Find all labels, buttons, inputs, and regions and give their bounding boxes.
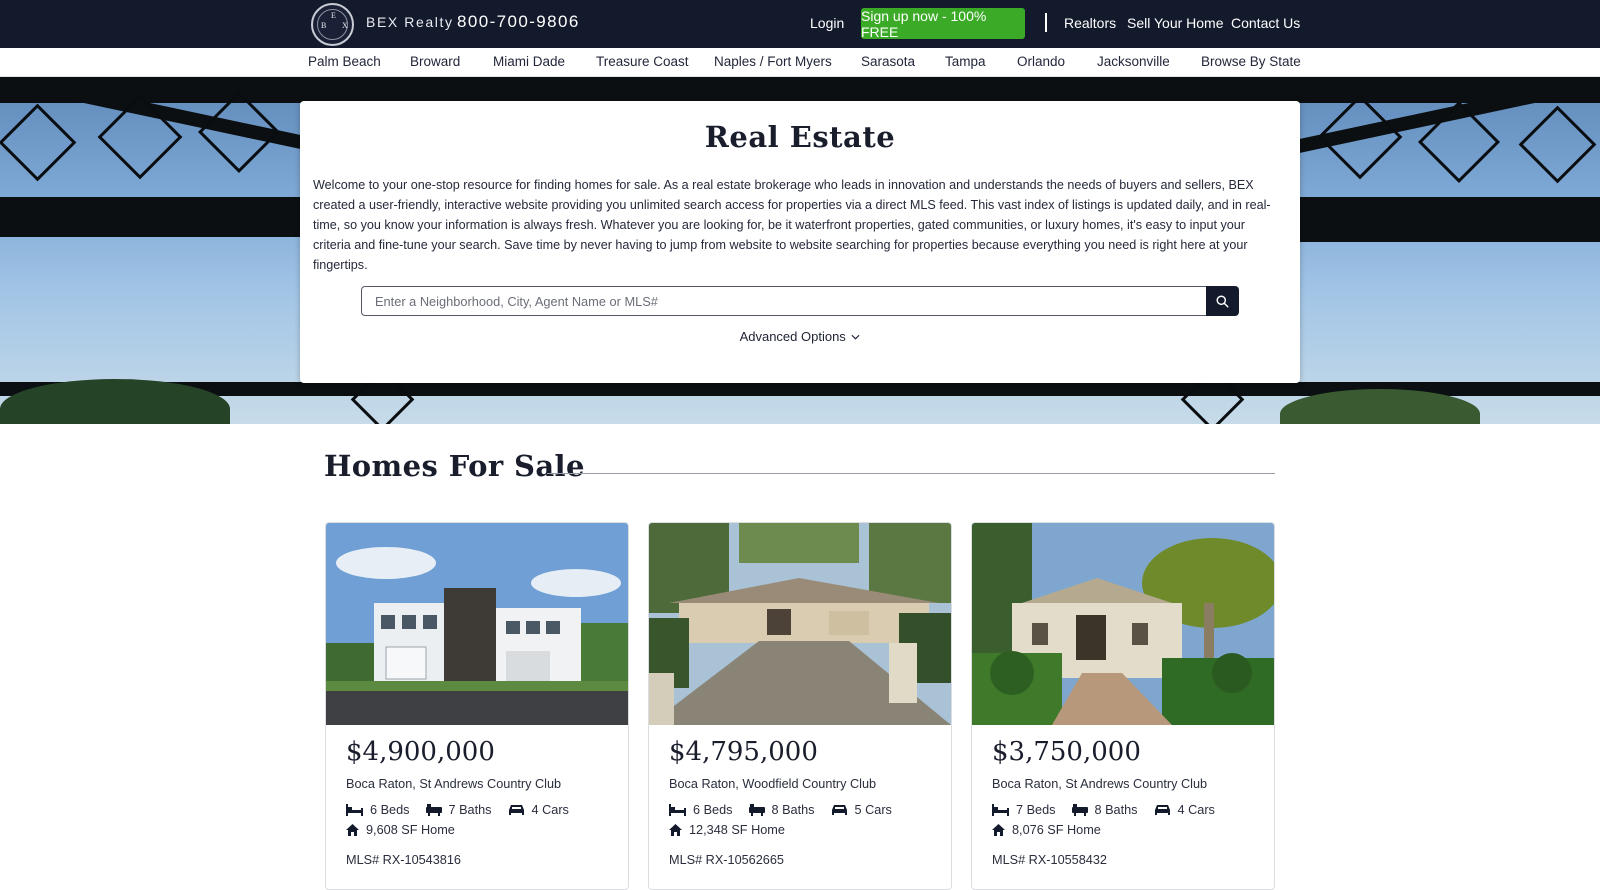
intro-paragraph: Welcome to your one-stop resource for fi… [313,178,1271,272]
nav-treasure-coast[interactable]: Treasure Coast [596,54,689,69]
listing-mls: MLS# RX-10543816 [346,853,461,867]
bed-icon [669,804,686,816]
listing-location: Boca Raton, St Andrews Country Club [346,777,562,791]
listing-sqft: 12,348 SF Home [669,823,785,837]
section-title: Homes For Sale [324,449,585,483]
home-icon [992,824,1005,836]
car-icon [1154,804,1171,816]
phone-number[interactable]: 800-700-9806 [457,12,580,32]
listing-price: $3,750,000 [992,737,1141,767]
nav-jacksonville[interactable]: Jacksonville [1097,54,1170,69]
car-icon [831,804,848,816]
search-button[interactable] [1206,286,1239,316]
listing-photo[interactable] [326,523,628,725]
listing-price: $4,900,000 [346,737,495,767]
contact-us-link[interactable]: Contact Us [1231,15,1300,31]
listing-sqft: 9,608 SF Home [346,823,455,837]
sell-your-home-link[interactable]: Sell Your Home [1127,15,1224,31]
location-nav: Palm Beach Broward Miami Dade Treasure C… [0,48,1600,77]
listing-photo[interactable] [972,523,1274,725]
home-icon [346,824,359,836]
listing-mls: MLS# RX-10558432 [992,853,1107,867]
nav-palm-beach[interactable]: Palm Beach [308,54,381,69]
divider [1045,13,1047,32]
advanced-options-toggle[interactable]: Advanced Options [300,329,1300,344]
nav-browse-by-state[interactable]: Browse By State [1201,54,1301,69]
nav-orlando[interactable]: Orlando [1017,54,1065,69]
realtors-link[interactable]: Realtors [1064,15,1116,31]
home-icon [669,824,682,836]
bath-icon [425,804,442,816]
page-title: Real Estate [704,120,896,154]
nav-broward[interactable]: Broward [410,54,460,69]
search-input[interactable] [361,286,1207,316]
bed-icon [346,804,363,816]
listing-location: Boca Raton, St Andrews Country Club [992,777,1208,791]
top-bar: E B X BEX Realty 800-700-9806 Login Sign… [0,0,1600,48]
brand-name[interactable]: BEX Realty [366,14,454,30]
signup-button[interactable]: Sign up now - 100% FREE [861,8,1025,40]
listing-card[interactable]: $4,900,000 Boca Raton, St Andrews Countr… [325,522,629,890]
chevron-down-icon [851,334,860,340]
nav-sarasota[interactable]: Sarasota [861,54,915,69]
bath-icon [1071,804,1088,816]
car-icon [508,804,525,816]
nav-naples-fort-myers[interactable]: Naples / Fort Myers [714,54,832,69]
listing-card[interactable]: $3,750,000 Boca Raton, St Andrews Countr… [971,522,1275,890]
bex-logo[interactable]: E B X [311,3,354,46]
listing-features: 6 Beds 8 Baths 5 Cars [669,803,892,817]
search-icon [1216,294,1229,308]
nav-tampa[interactable]: Tampa [945,54,986,69]
listing-photo[interactable] [649,523,951,725]
search-card: Real Estate Welcome to your one-stop res… [300,101,1300,383]
bath-icon [748,804,765,816]
listing-card[interactable]: $4,795,000 Boca Raton, Woodfield Country… [648,522,952,890]
section-divider [547,473,1275,474]
listing-mls: MLS# RX-10562665 [669,853,784,867]
listing-sqft: 8,076 SF Home [992,823,1101,837]
bed-icon [992,804,1009,816]
nav-miami-dade[interactable]: Miami Dade [493,54,565,69]
listing-features: 7 Beds 8 Baths 4 Cars [992,803,1215,817]
listing-features: 6 Beds 7 Baths 4 Cars [346,803,569,817]
login-link[interactable]: Login [810,15,844,31]
listing-location: Boca Raton, Woodfield Country Club [669,777,877,791]
listing-price: $4,795,000 [669,737,818,767]
